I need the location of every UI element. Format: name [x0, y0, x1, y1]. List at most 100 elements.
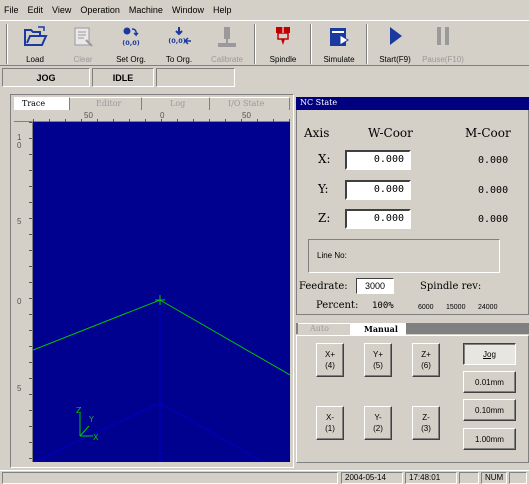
menu-view[interactable]: View — [52, 5, 71, 15]
x-plus-key: (4) — [325, 361, 335, 370]
pause-button[interactable]: Pause(F10) — [419, 21, 467, 67]
status-num: NUM — [481, 472, 507, 484]
machine-state: IDLE — [92, 68, 154, 87]
spindle-button[interactable]: Spindle — [259, 21, 307, 67]
z-minus-key: (3) — [421, 424, 431, 433]
step-0-01mm-label: 0.01mm — [475, 377, 504, 387]
tab-io-state[interactable]: I/O State — [210, 97, 290, 110]
to-org-caption: (0,0) — [168, 37, 185, 45]
menu-bar: File Edit View Operation Machine Window … — [0, 0, 529, 20]
calibrate-icon — [218, 27, 236, 47]
vruler-label-top: 10 — [17, 133, 22, 150]
z-machine-coordinate: 0.000 — [478, 214, 509, 225]
mode-status-row: JOG IDLE — [0, 68, 529, 90]
set-org-label: Set Org. — [116, 55, 146, 64]
load-label: Load — [26, 55, 44, 64]
folder-open-icon — [24, 26, 48, 46]
status-date: 2004-05-14 — [341, 472, 403, 484]
z-plus-button[interactable]: Z+ (6) — [412, 343, 440, 377]
pause-label: Pause(F10) — [422, 55, 464, 64]
step-1-00mm-button[interactable]: 1.00mm — [463, 428, 516, 450]
tab-editor[interactable]: Editor — [70, 97, 142, 110]
z-plus-key: (6) — [421, 361, 431, 370]
axis-y-label: Y — [88, 415, 94, 424]
spindle-scale-high: 24000 — [478, 304, 498, 311]
spindle-icon — [276, 27, 290, 45]
spindle-scale-low: 6000 — [418, 304, 434, 311]
x-plus-button[interactable]: X+ (4) — [316, 343, 344, 377]
step-0-01mm-button[interactable]: 0.01mm — [463, 371, 516, 393]
set-origin-icon: (0,0) — [122, 27, 140, 47]
load-button[interactable]: Load — [11, 21, 59, 67]
axis-z-label: Z — [76, 406, 82, 415]
clear-button[interactable]: Clear — [59, 21, 107, 67]
y-plus-button[interactable]: Y+ (5) — [364, 343, 392, 377]
menu-operation[interactable]: Operation — [80, 5, 120, 15]
view-tabs: Trace Editor Log I/O State — [14, 97, 290, 110]
vruler-label-bot: 5 — [17, 384, 22, 393]
z-minus-button[interactable]: Z- (3) — [412, 406, 440, 440]
set-org-button[interactable]: (0,0) Set Org. — [107, 21, 155, 67]
x-plus-label: X+ — [324, 350, 335, 359]
status-scroll — [509, 472, 527, 484]
percent-value: 100% — [372, 301, 394, 311]
z-plus-label: Z+ — [421, 350, 431, 359]
axis-z-label-nc: Z: — [318, 211, 331, 225]
toolbar-separator — [254, 24, 256, 64]
play-icon — [390, 27, 402, 45]
jog-label: Jog — [483, 349, 496, 359]
axis-y-label: Y: — [318, 182, 329, 196]
feedrate-value: 3000 — [356, 278, 394, 294]
calibrate-button[interactable]: Calibrate — [203, 21, 251, 67]
jog-mode-button[interactable]: Jog — [463, 343, 516, 365]
axis-header: Axis — [304, 126, 330, 140]
horizontal-ruler: 50 0 50 — [14, 110, 290, 122]
start-button[interactable]: Start(F9) — [371, 21, 419, 67]
spindle-rev-label: Spindle rev: — [420, 281, 482, 292]
status-field-empty — [156, 68, 235, 87]
tab-log[interactable]: Log — [142, 97, 210, 110]
trace-plot-area[interactable]: Z Y X — [33, 122, 290, 462]
simulate-icon — [330, 28, 349, 46]
simulate-button[interactable]: Simulate — [315, 21, 363, 67]
step-0-10mm-button[interactable]: 0.10mm — [463, 399, 516, 421]
menu-help[interactable]: Help — [213, 5, 232, 15]
axis-x-label: X — [93, 433, 99, 442]
step-1-00mm-label: 1.00mm — [475, 434, 504, 444]
x-machine-coordinate: 0.000 — [478, 155, 509, 166]
x-minus-button[interactable]: X- (1) — [316, 406, 344, 440]
vertical-ruler: 10 5 0 5 — [14, 122, 33, 462]
status-message — [2, 472, 338, 484]
status-caps — [459, 472, 479, 484]
tab-auto[interactable]: Auto — [298, 323, 350, 334]
spindle-scale-mid: 15000 — [446, 304, 466, 311]
menu-machine[interactable]: Machine — [129, 5, 163, 15]
x-work-coordinate: 0.000 — [345, 150, 411, 170]
line-number-box: Line No: — [308, 239, 500, 273]
origin-crosshair — [155, 295, 165, 305]
simulate-label: Simulate — [323, 55, 355, 64]
spindle-label: Spindle — [269, 55, 297, 64]
feedrate-label: Feedrate: — [299, 281, 348, 292]
axis-x-label: X: — [318, 152, 331, 166]
calibrate-label: Calibrate — [210, 55, 243, 64]
to-org-label: To Org. — [165, 55, 193, 64]
z-minus-label: Z- — [422, 413, 430, 422]
to-org-button[interactable]: (0,0) To Org. — [155, 21, 203, 67]
menu-file[interactable]: File — [4, 5, 19, 15]
menu-edit[interactable]: Edit — [28, 5, 44, 15]
step-0-10mm-label: 0.10mm — [475, 405, 504, 415]
mode-indicator: JOG — [2, 68, 90, 87]
start-label: Start(F9) — [379, 55, 411, 64]
status-time: 17:48:01 — [405, 472, 457, 484]
tab-manual[interactable]: Manual — [350, 323, 406, 335]
menu-window[interactable]: Window — [172, 5, 204, 15]
tab-trace[interactable]: Trace — [14, 97, 70, 110]
w-coor-header: W-Coor — [368, 126, 413, 140]
trace-path-lower — [33, 402, 264, 462]
y-minus-label: Y- — [374, 413, 382, 422]
vruler-label-mid: 5 — [17, 217, 22, 226]
set-org-caption: (0,0) — [122, 39, 139, 47]
y-machine-coordinate: 0.000 — [478, 185, 509, 196]
y-minus-button[interactable]: Y- (2) — [364, 406, 392, 440]
